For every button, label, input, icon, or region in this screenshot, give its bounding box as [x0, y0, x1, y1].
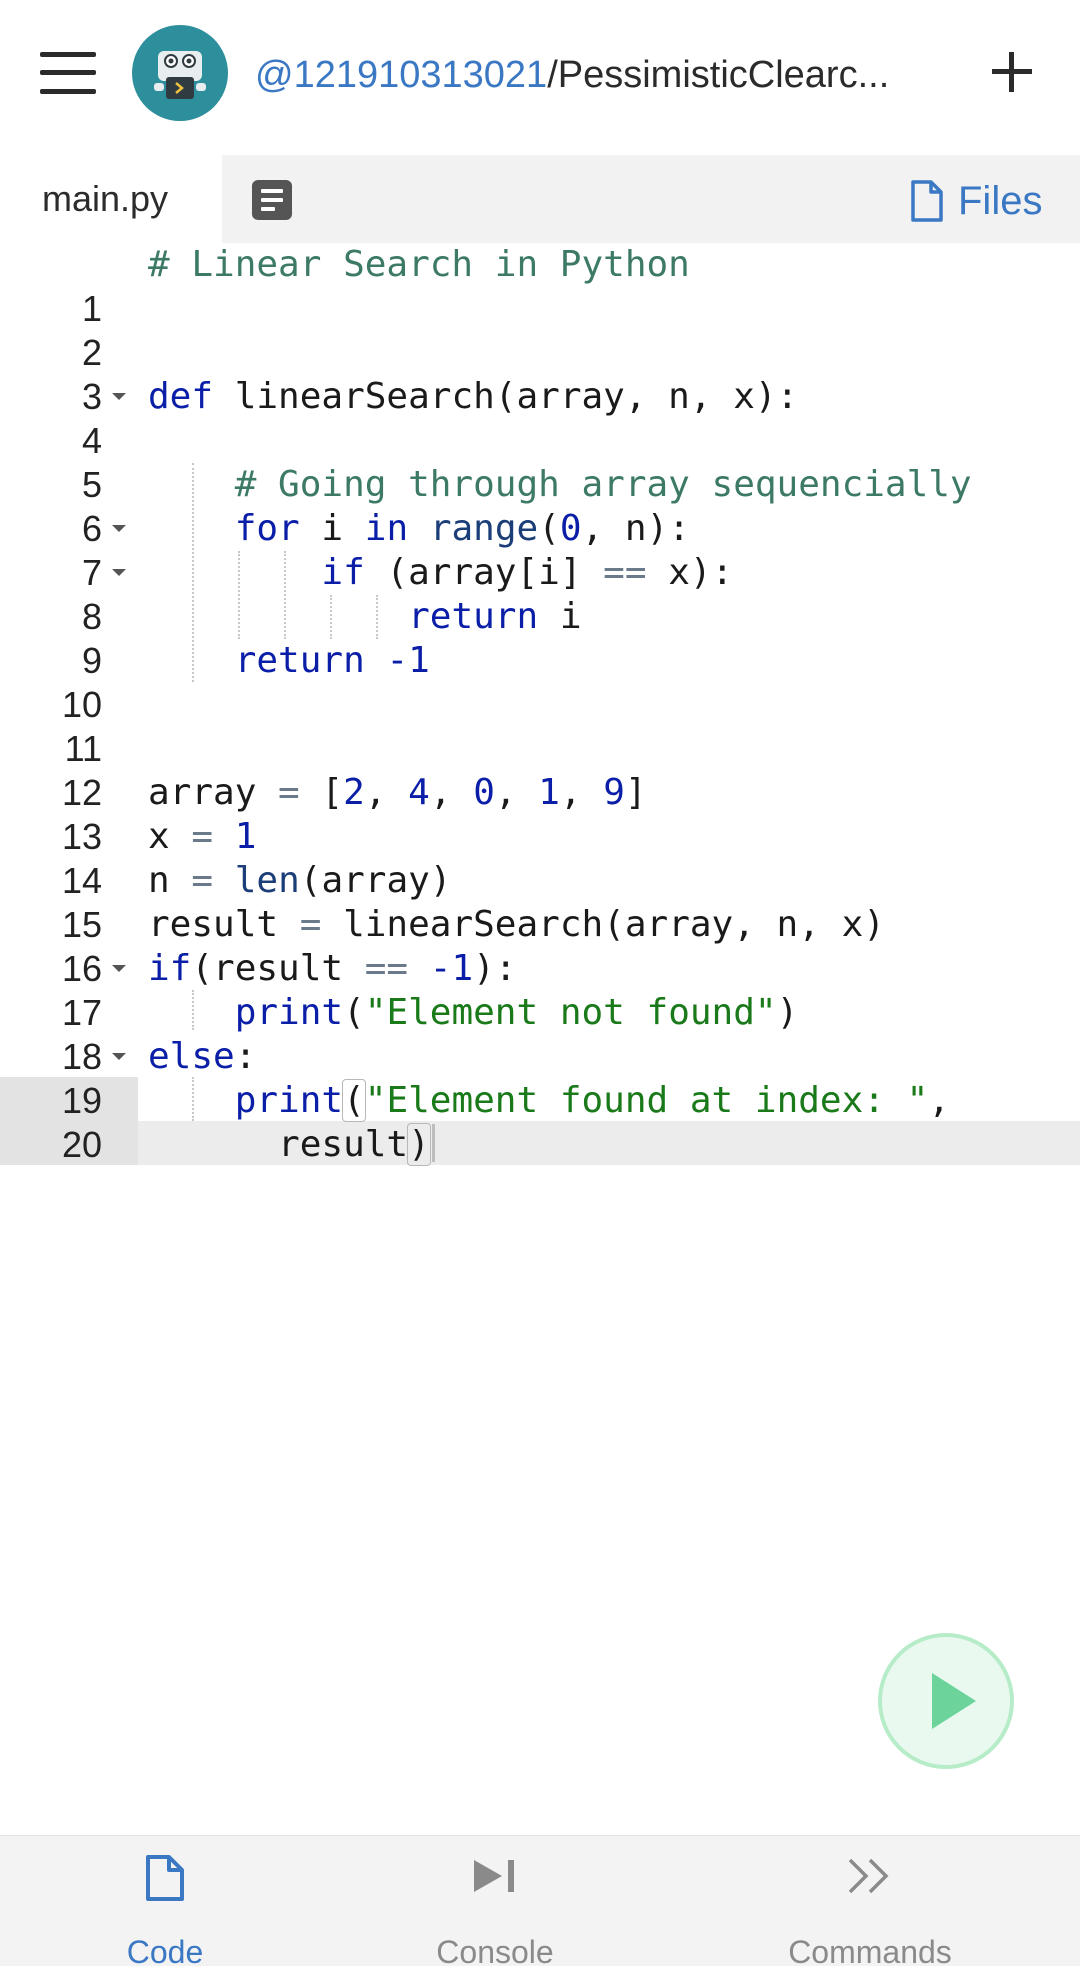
code-line[interactable]: 16 result = linearSearch(array, n, x): [0, 903, 1080, 989]
code-line[interactable]: 5: [0, 419, 1080, 505]
code-line-active[interactable]: 20 print("Element found at index: ",: [0, 1079, 1080, 1165]
line-text: print("Element not found"): [234, 992, 799, 1033]
console-play-icon: [474, 1860, 514, 1892]
code-line[interactable]: 7 for i in range(0, n):: [0, 507, 1080, 593]
code-line[interactable]: 14 x = 1: [0, 815, 1080, 901]
code-line[interactable]: 8 if (array[i] == x):: [0, 551, 1080, 637]
line-text: # Going through array sequencially: [148, 464, 972, 505]
repo-separator: /: [547, 54, 558, 96]
line-text: return i: [408, 596, 582, 637]
line-text: array = [2, 4, 0, 1, 9]: [148, 772, 647, 813]
code-line-wrap[interactable]: result): [0, 1123, 1080, 1167]
double-chevron-right-icon: [848, 1858, 889, 1894]
code-line[interactable]: 18 print("Element not found"): [0, 991, 1080, 1077]
code-editor[interactable]: 1 # Linear Search in Python 2 3 4 def li…: [0, 243, 1080, 1168]
line-text: def linearSearch(array, n, x):: [148, 376, 799, 417]
line-text: for i in range(0, n):: [234, 508, 690, 549]
code-line[interactable]: 4 def linearSearch(array, n, x):: [0, 375, 1080, 461]
code-line[interactable]: 3: [0, 331, 1080, 417]
code-line[interactable]: 19 else:: [0, 1035, 1080, 1121]
code-line[interactable]: 11: [0, 683, 1080, 769]
fold-arrow-icon[interactable]: [112, 393, 126, 400]
repl-title[interactable]: @121910313021/PessimisticClearc...: [255, 52, 945, 98]
code-line[interactable]: 6 # Going through array sequencially: [0, 463, 1080, 549]
fold-arrow-icon[interactable]: [112, 569, 126, 576]
top-header: @121910313021/PessimisticClearc...: [0, 0, 1080, 155]
code-line[interactable]: 2: [0, 287, 1080, 373]
code-line[interactable]: 17 if(result == -1):: [0, 947, 1080, 1033]
code-line[interactable]: 10 return -1: [0, 639, 1080, 725]
line-text: # Linear Search in Python: [148, 244, 690, 285]
document-outline-icon[interactable]: [252, 180, 292, 220]
code-line[interactable]: 1 # Linear Search in Python: [0, 243, 1080, 329]
line-text: x = 1: [148, 816, 257, 857]
plus-icon[interactable]: [990, 50, 1034, 94]
hamburger-menu-icon[interactable]: [40, 52, 96, 94]
file-icon: [146, 1855, 184, 1901]
line-text: result): [148, 1123, 435, 1167]
avatar[interactable]: [132, 25, 228, 121]
bottom-strip: [0, 1966, 1080, 1986]
repo-name[interactable]: PessimisticClearc...: [558, 54, 890, 96]
code-line[interactable]: 15 n = len(array): [0, 859, 1080, 945]
line-text: if(result == -1):: [148, 948, 517, 989]
line-text: if (array[i] == x):: [321, 552, 734, 593]
files-button[interactable]: Files: [910, 176, 1042, 226]
line-text: else:: [148, 1036, 257, 1077]
tab-label: main.py: [42, 178, 169, 219]
line-text: result = linearSearch(array, n, x): [148, 904, 885, 945]
bottom-navigation: Code Console Commands: [0, 1835, 1080, 1986]
file-icon: [911, 180, 943, 222]
line-text: n = len(array): [148, 860, 452, 901]
code-line[interactable]: 9 return i: [0, 595, 1080, 681]
tab-main-py[interactable]: main.py: [0, 155, 222, 243]
fold-arrow-icon[interactable]: [112, 525, 126, 532]
code-line[interactable]: 13 array = [2, 4, 0, 1, 9]: [0, 771, 1080, 857]
repo-owner[interactable]: @121910313021: [255, 54, 547, 96]
run-button[interactable]: [878, 1633, 1014, 1769]
nav-code[interactable]: Code: [90, 1836, 240, 1976]
fold-arrow-icon[interactable]: [112, 1053, 126, 1060]
line-text: print("Element found at index: ",: [234, 1079, 950, 1122]
nav-console[interactable]: Console: [405, 1836, 585, 1976]
files-label: Files: [958, 179, 1043, 223]
nav-commands[interactable]: Commands: [770, 1836, 970, 1976]
line-text: return -1: [234, 640, 430, 681]
code-line[interactable]: 12: [0, 727, 1080, 813]
text-cursor: [431, 1124, 435, 1162]
fold-arrow-icon[interactable]: [112, 965, 126, 972]
